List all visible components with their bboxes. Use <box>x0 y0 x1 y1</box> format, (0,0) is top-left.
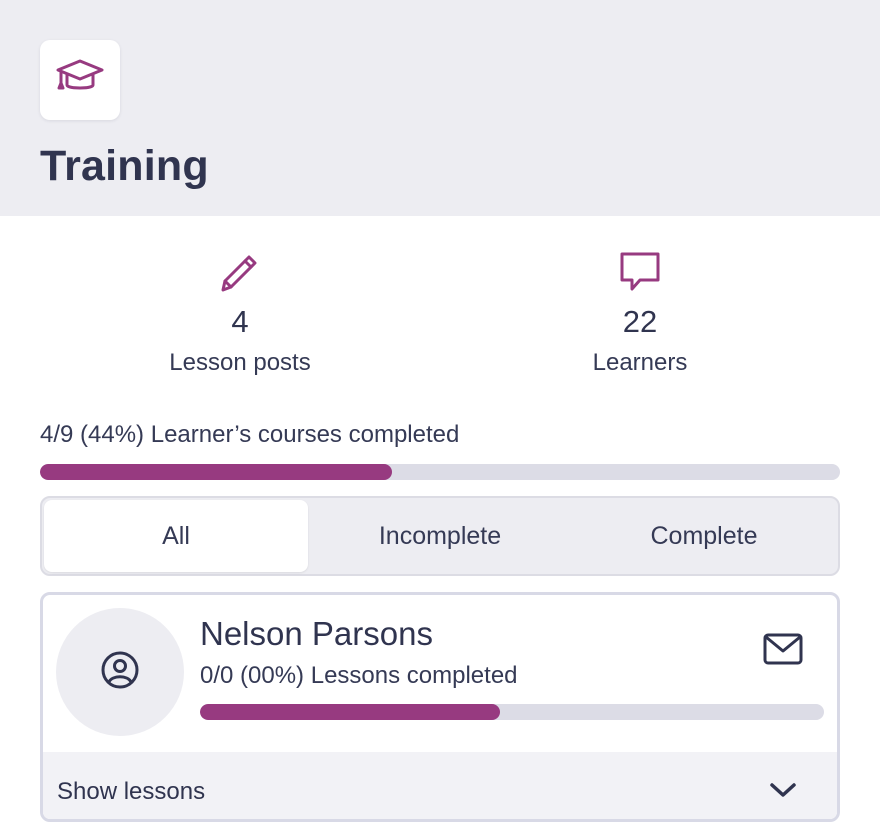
tab-complete[interactable]: Complete <box>572 500 836 572</box>
tab-all[interactable]: All <box>44 500 308 572</box>
page-title: Training <box>40 142 209 190</box>
learners-label: Learners <box>592 349 688 376</box>
avatar <box>56 608 184 736</box>
chevron-down-icon[interactable] <box>768 780 798 800</box>
training-app-icon <box>40 40 120 120</box>
learner-card: Nelson Parsons 0/0 (00%) Lessons complet… <box>40 592 840 822</box>
overall-progress-fill <box>40 464 392 480</box>
overall-progress-bar <box>40 464 840 480</box>
learner-progress-bar <box>200 704 824 720</box>
overall-progress-text: 4/9 (44%) Learner’s courses completed <box>40 421 460 448</box>
chat-bubble-icon <box>490 250 790 294</box>
learner-name: Nelson Parsons <box>200 615 433 652</box>
tab-incomplete[interactable]: Incomplete <box>308 500 572 572</box>
graduation-cap-icon <box>55 58 105 103</box>
show-lessons-toggle[interactable]: Show lessons <box>43 752 837 819</box>
stat-lesson-posts[interactable]: 4 Lesson posts <box>90 250 390 378</box>
filter-tabs: All Incomplete Complete <box>40 496 840 576</box>
learners-count: 22 <box>622 304 658 339</box>
pencil-icon <box>90 250 390 294</box>
stat-learners[interactable]: 22 Learners <box>490 250 790 378</box>
lesson-posts-label: Lesson posts <box>169 349 311 376</box>
mail-icon[interactable] <box>760 631 806 667</box>
learner-progress-fill <box>200 704 500 720</box>
page-header: Training <box>0 0 880 216</box>
show-lessons-label[interactable]: Show lessons <box>57 778 205 806</box>
user-circle-icon <box>100 650 140 695</box>
learner-progress-text: 0/0 (00%) Lessons completed <box>200 662 518 689</box>
lesson-posts-count: 4 <box>231 304 249 339</box>
